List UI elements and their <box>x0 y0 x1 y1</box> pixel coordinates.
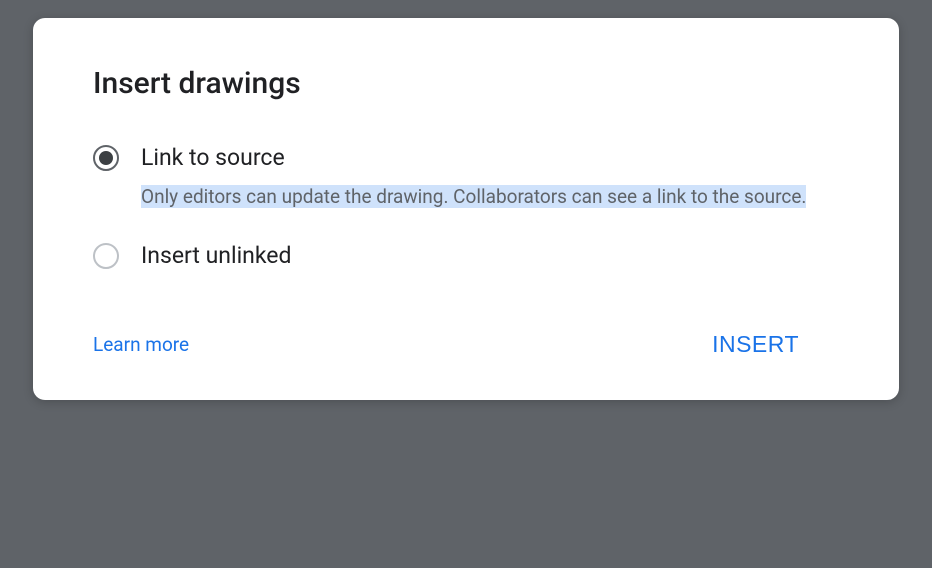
option-content: Insert unlinked <box>141 241 839 281</box>
dialog-footer: Learn more INSERT <box>93 331 839 358</box>
option-description: Only editors can update the drawing. Col… <box>141 185 806 208</box>
radio-selected-icon <box>99 151 113 165</box>
learn-more-link[interactable]: Learn more <box>93 333 189 356</box>
radio-link-to-source[interactable] <box>93 145 119 171</box>
insert-drawings-dialog: Insert drawings Link to source Only edit… <box>33 18 899 400</box>
radio-insert-unlinked[interactable] <box>93 243 119 269</box>
dialog-title: Insert drawings <box>93 66 839 101</box>
insert-button[interactable]: INSERT <box>712 331 839 358</box>
option-link-to-source[interactable]: Link to source Only editors can update t… <box>93 143 839 211</box>
option-content: Link to source Only editors can update t… <box>141 143 839 211</box>
option-label: Link to source <box>141 143 839 173</box>
option-insert-unlinked[interactable]: Insert unlinked <box>93 241 839 281</box>
option-label: Insert unlinked <box>141 241 839 271</box>
